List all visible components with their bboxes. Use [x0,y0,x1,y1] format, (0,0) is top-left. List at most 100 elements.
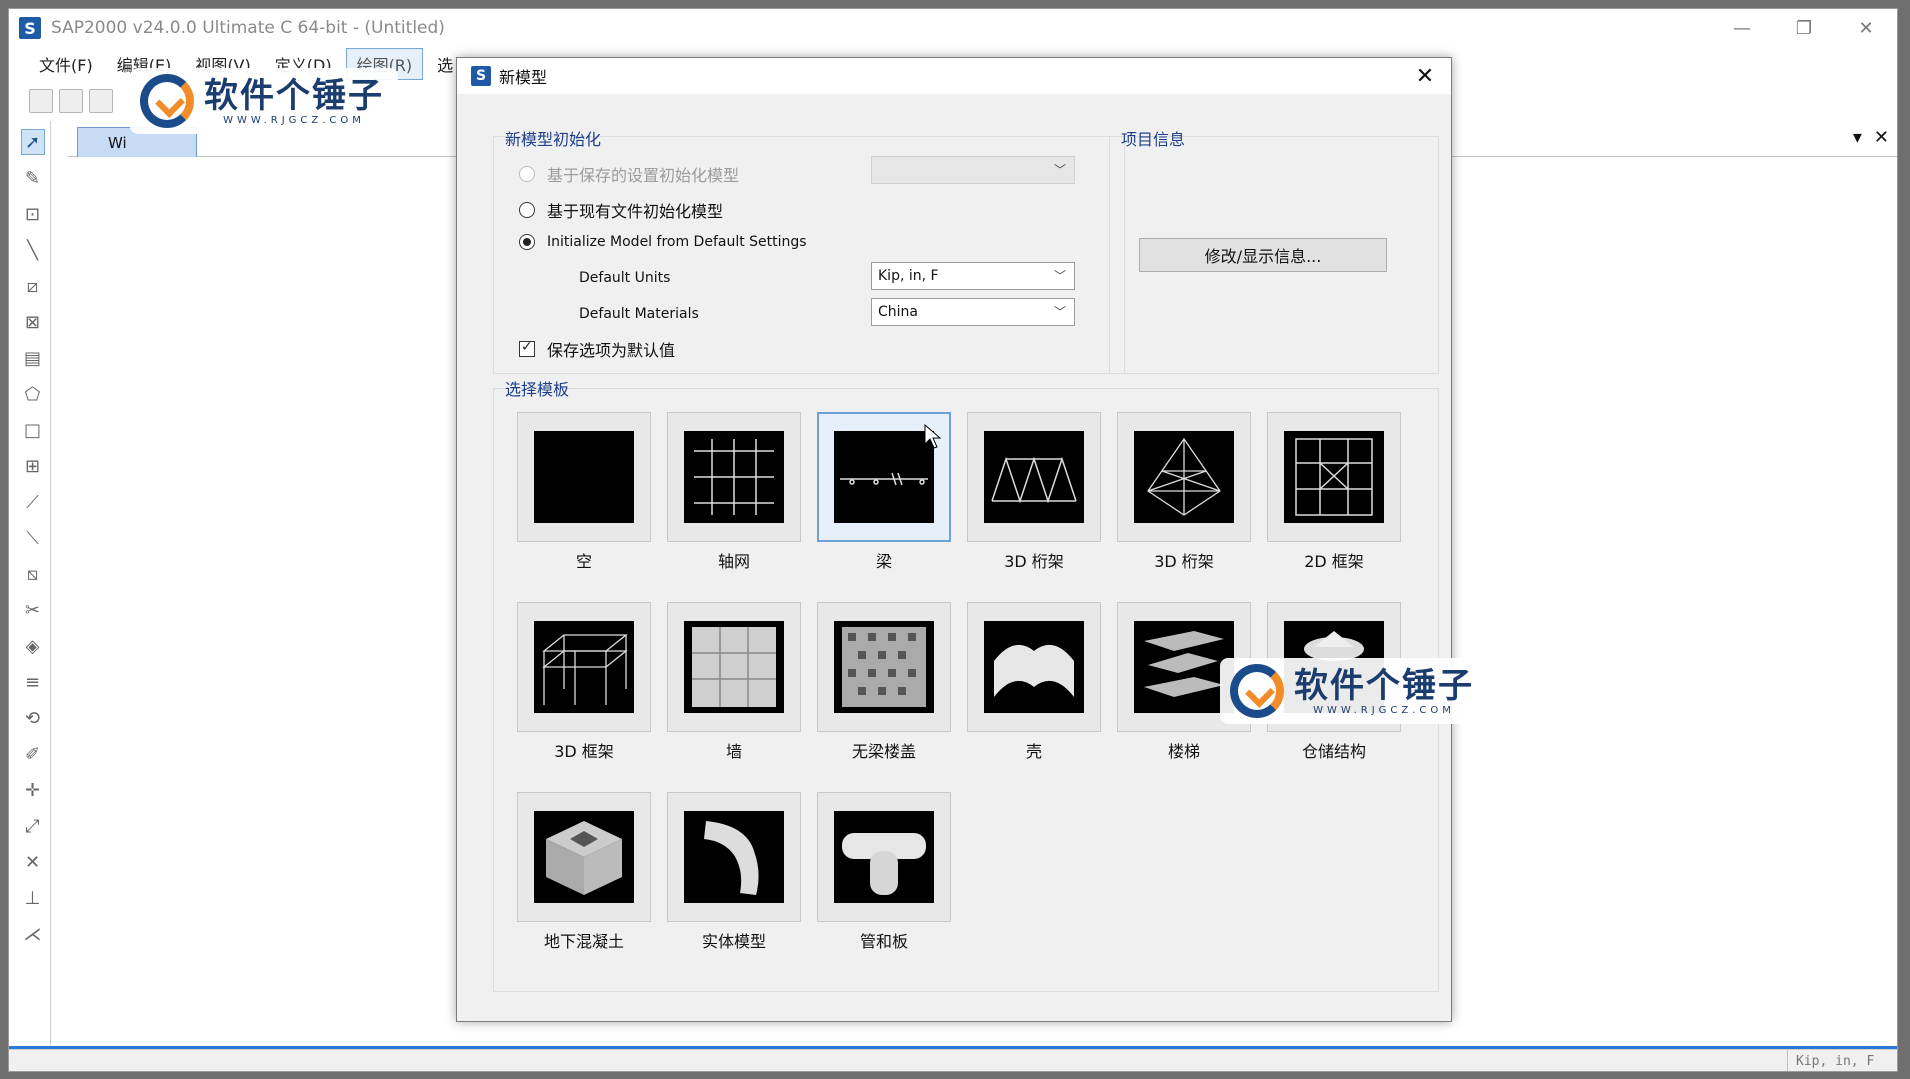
default-units-value: Kip, in, F [878,268,939,284]
default-materials-combo[interactable]: China ﹀ [871,298,1075,326]
quick-frame-icon[interactable]: ⧄ [21,273,45,299]
snap-perpendicular-icon[interactable]: ⊥ [21,885,45,911]
snap-line-icon[interactable]: ⤢ [21,813,45,839]
title-bar: S SAP2000 v24.0.0 Ultimate C 64-bit - (U… [9,9,1897,47]
flat-slab-icon [834,621,934,713]
radio-default-label: Initialize Model from Default Settings [547,234,807,250]
window-title: SAP2000 v24.0.0 Ultimate C 64-bit - (Unt… [51,18,445,38]
template-label: 空 [575,552,592,571]
template-label: 3D 框架 [554,742,614,761]
template-label: 梁 [875,552,892,571]
draw-section-cut-icon[interactable]: ✂ [21,597,45,623]
radio-saved-indicator [519,166,535,182]
template-3d-truss-tower[interactable]: 3D 桁架 [1117,412,1251,572]
draw-frame-icon[interactable]: ╲ [21,237,45,263]
template-shell[interactable]: 壳 [967,602,1101,762]
snap-midpoint-icon[interactable]: ⋌ [21,921,45,947]
draw-link-icon[interactable]: ⟋ [21,489,45,515]
default-units-combo[interactable]: Kip, in, F ﹀ [871,262,1075,290]
radio-default-settings[interactable]: Initialize Model from Default Settings [519,234,807,250]
radio-existing-file[interactable]: 基于现有文件初始化模型 [519,198,723,222]
template-group-label: 选择模板 [505,380,570,399]
project-info-label: 项目信息 [1121,130,1186,149]
template-blank[interactable]: 空 [517,412,651,572]
template-label: 管和板 [859,932,908,951]
new-file-icon[interactable] [29,89,53,113]
draw-poly-area-icon[interactable]: ⬠ [21,381,45,407]
pointer-icon[interactable]: ➚ [20,129,45,155]
template-label: 无梁楼盖 [851,742,916,761]
draw-layer-icon[interactable]: ≡ [21,669,45,695]
radio-saved-settings[interactable]: 基于保存的设置初始化模型 [519,162,739,186]
template-label: 仓储结构 [1301,742,1366,761]
rotate-icon[interactable]: ⟲ [21,705,45,731]
template-grid[interactable]: 轴网 [667,412,801,572]
status-units[interactable]: Kip, in, F [1787,1050,1897,1071]
minimize-button[interactable]: — [1711,9,1773,47]
window-controls: — ❐ ✕ [1711,9,1897,47]
saved-settings-combo: ﹀ [871,156,1075,184]
chevron-down-icon: ﹀ [1053,305,1066,319]
draw-tendon-icon[interactable]: ⧅ [21,561,45,587]
menu-file[interactable]: 文件(F) [29,49,103,79]
quick-area-icon[interactable]: ⊞ [21,453,45,479]
frame-2d-icon [1284,431,1384,523]
blank-icon [534,431,634,523]
save-icon[interactable] [89,89,113,113]
save-default-checkbox[interactable]: 保存选项为默认值 [519,337,675,361]
shell-icon [984,621,1084,713]
tab-dropdown-icon[interactable]: ▾ [1853,127,1862,148]
draw-rect-area-icon[interactable]: □ [21,417,45,443]
default-units-label: Default Units [579,270,671,286]
template-label: 3D 桁架 [1154,552,1214,571]
save-default-check-indicator [519,339,535,357]
watermark-bottom: 软件个锤子 WWW.RJGCZ.COM [1220,658,1488,724]
snap-intersection-icon[interactable]: ✕ [21,849,45,875]
grid-icon [684,431,784,523]
template-label: 壳 [1025,742,1042,761]
left-toolbar: ➚ ✎ ⊡ ╲ ⧄ ⊠ ▤ ⬠ □ ⊞ ⟋ ⟍ ⧅ ✂ ◈ ≡ ⟲ ✐ ✛ ⤢ … [15,121,51,1061]
radio-existing-label: 基于现有文件初始化模型 [547,202,724,221]
template-3d-frame[interactable]: 3D 框架 [517,602,651,762]
template-3d-truss[interactable]: 3D 桁架 [967,412,1101,572]
template-label: 楼梯 [1167,742,1200,761]
template-label: 实体模型 [701,932,766,951]
reshape-icon[interactable]: ✎ [21,165,45,191]
stair-icon [1134,621,1234,713]
template-underground-concrete[interactable]: 地下混凝土 [517,792,651,952]
watermark-logo-icon [1230,664,1284,718]
tab-controls: ▾ ✕ [1853,127,1889,148]
template-solid-model[interactable]: 实体模型 [667,792,801,952]
restore-button[interactable]: ❐ [1773,9,1835,47]
measure-icon[interactable]: ✐ [21,741,45,767]
modify-info-button[interactable]: 修改/显示信息... [1139,238,1387,272]
template-label: 轴网 [717,552,750,571]
open-file-icon[interactable] [59,89,83,113]
tab-close-icon[interactable]: ✕ [1874,127,1889,148]
template-flat-slab[interactable]: 无梁楼盖 [817,602,951,762]
template-wall[interactable]: 墙 [667,602,801,762]
pipe-plate-icon [834,811,934,903]
default-materials-label: Default Materials [579,306,699,322]
dialog-close-button[interactable]: ✕ [1409,60,1441,92]
template-2d-frame[interactable]: 2D 框架 [1267,412,1401,572]
close-window-button[interactable]: ✕ [1835,9,1897,47]
draw-solid-icon[interactable]: ◈ [21,633,45,659]
truss-3d-tower-icon [1134,431,1234,523]
watermark-subtitle: WWW.RJGCZ.COM [1313,704,1455,716]
init-group-label: 新模型初始化 [505,130,602,149]
watermark-top: 软件个锤子 WWW.RJGCZ.COM [130,68,398,134]
snap-joint-icon[interactable]: ✛ [21,777,45,803]
template-pipe-plate[interactable]: 管和板 [817,792,951,952]
draw-joint-icon[interactable]: ⊡ [21,201,45,227]
template-label: 地下混凝土 [543,932,624,951]
watermark-subtitle: WWW.RJGCZ.COM [223,114,365,126]
radio-existing-indicator [519,202,535,218]
dialog-title: 新模型 [499,68,548,87]
default-materials-value: China [878,304,918,320]
watermark-logo-icon [140,74,194,128]
new-model-dialog: S 新模型 ✕ 新模型初始化 基于保存的设置初始化模型 ﹀ 基于现有文件初始化模… [456,57,1452,1022]
draw-secondary-icon[interactable]: ▤ [21,345,45,371]
draw-brace-icon[interactable]: ⊠ [21,309,45,335]
draw-cable-icon[interactable]: ⟍ [21,525,45,551]
